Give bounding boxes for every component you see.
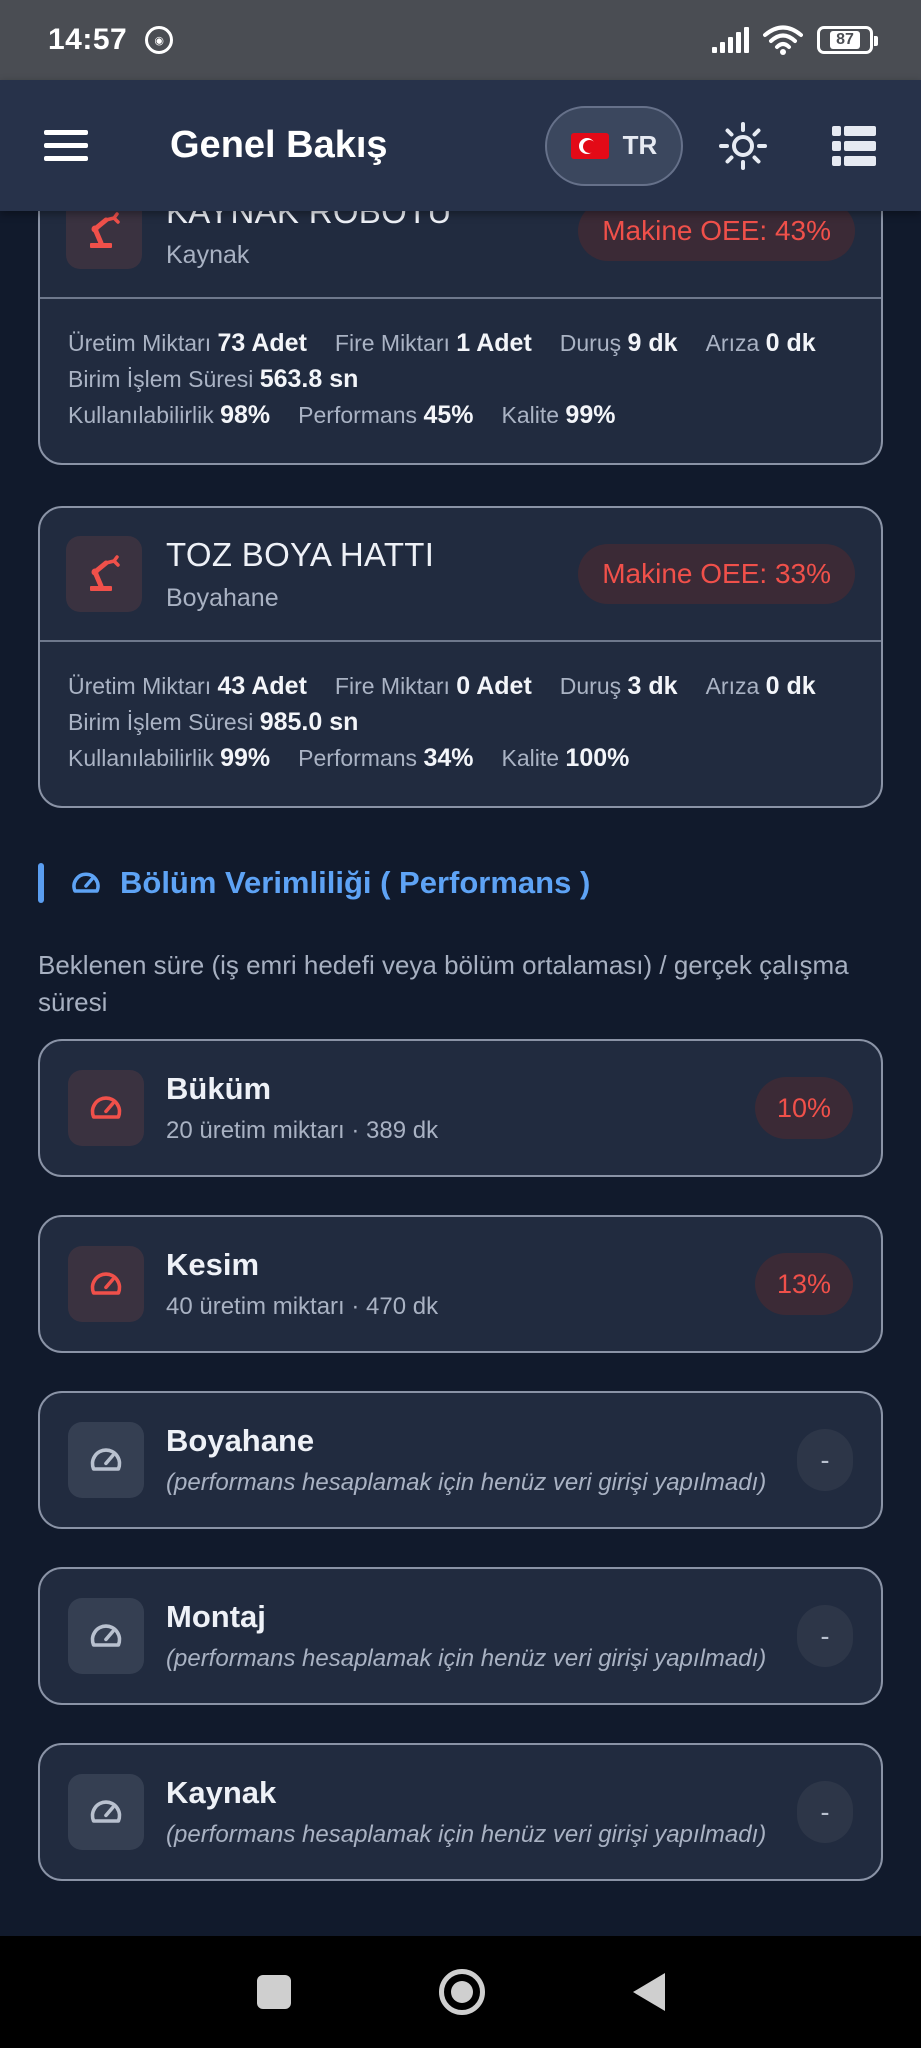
section-header: Bölüm Verimliliği ( Performans ) [38,863,590,903]
gauge-icon [70,867,102,899]
performance-badge: - [797,1429,853,1491]
recent-apps-icon[interactable] [256,1975,291,2009]
department-detail: (performans hesaplamak için henüz veri g… [166,1645,767,1672]
home-icon[interactable] [438,1969,485,2015]
gauge-icon [68,1422,144,1498]
machine-department: Kaynak [166,240,250,269]
department-card[interactable]: Kaynak (performans hesaplamak için henüz… [38,1743,883,1881]
notification-icon: ◉ [145,26,174,54]
department-card[interactable]: Kesim 40 üretim miktarı · 470 dk 13% [38,1215,883,1353]
gauge-icon [68,1598,144,1674]
list-icon [832,125,876,166]
department-card[interactable]: Boyahane (performans hesaplamak için hen… [38,1391,883,1529]
page-title: Genel Bakış [170,124,388,166]
department-detail: (performans hesaplamak için henüz veri g… [166,1821,767,1848]
machine-department: Boyahane [166,583,279,612]
battery-level: 87 [830,31,860,49]
list-view-button[interactable] [831,123,877,169]
department-card[interactable]: Büküm 20 üretim miktarı · 389 dk 10% [38,1039,883,1177]
robot-arm-icon [66,536,142,612]
menu-icon[interactable] [44,130,88,161]
department-detail: 20 üretim miktarı · 389 dk [166,1117,439,1144]
department-card[interactable]: Montaj (performans hesaplamak için henüz… [38,1567,883,1705]
department-detail: 40 üretim miktarı · 470 dk [166,1293,439,1320]
system-nav-bar [0,1936,921,2048]
battery-icon: 87 [817,26,878,54]
language-code: TR [622,130,658,160]
gauge-icon [68,1070,144,1146]
section-title: Bölüm Verimliliği ( Performans ) [120,865,591,900]
theme-toggle-button[interactable] [717,120,769,172]
status-time: 14:57 [48,23,128,56]
sun-icon [719,121,767,170]
machine-stats: Üretim Miktarı 73 Adet Fire Miktarı 1 Ad… [68,329,816,429]
performance-badge: 10% [754,1077,853,1139]
turkey-flag-icon [570,132,609,159]
department-detail: (performans hesaplamak için henüz veri g… [166,1469,767,1496]
section-description: Beklenen süre (iş emri hedefi veya bölüm… [38,950,849,1017]
signal-icon [712,27,749,53]
app-header: Genel Bakış TR [0,80,921,211]
status-bar: 14:57 ◉ 87 [0,0,921,80]
language-button[interactable]: TR [545,105,683,186]
department-name: Montaj [166,1599,266,1634]
performance-badge: - [797,1605,853,1667]
machine-oee-badge: Makine OEE: 43% [578,211,855,261]
content-area[interactable]: KAYNAK ROBOTU Kaynak Makine OEE: 43% Üre… [0,211,921,1936]
machine-card[interactable]: KAYNAK ROBOTU Kaynak Makine OEE: 43% Üre… [38,211,883,465]
department-name: Boyahane [166,1423,315,1458]
department-name: Kaynak [166,1775,277,1810]
machine-name: TOZ BOYA HATTI [166,535,435,573]
gauge-icon [68,1246,144,1322]
gauge-icon [68,1774,144,1850]
department-name: Kesim [166,1247,260,1282]
back-icon[interactable] [632,1973,665,2011]
machine-name: KAYNAK ROBOTU [166,211,452,230]
performance-badge: 13% [754,1253,853,1315]
machine-stats: Üretim Miktarı 43 Adet Fire Miktarı 0 Ad… [68,672,816,772]
department-name: Büküm [166,1071,272,1106]
section-accent-bar [38,863,44,903]
performance-badge: - [797,1781,853,1843]
machine-oee-badge: Makine OEE: 33% [578,544,855,604]
robot-arm-icon [66,211,142,269]
wifi-icon [763,25,803,55]
machine-card[interactable]: TOZ BOYA HATTI Boyahane Makine OEE: 33% … [38,506,883,808]
